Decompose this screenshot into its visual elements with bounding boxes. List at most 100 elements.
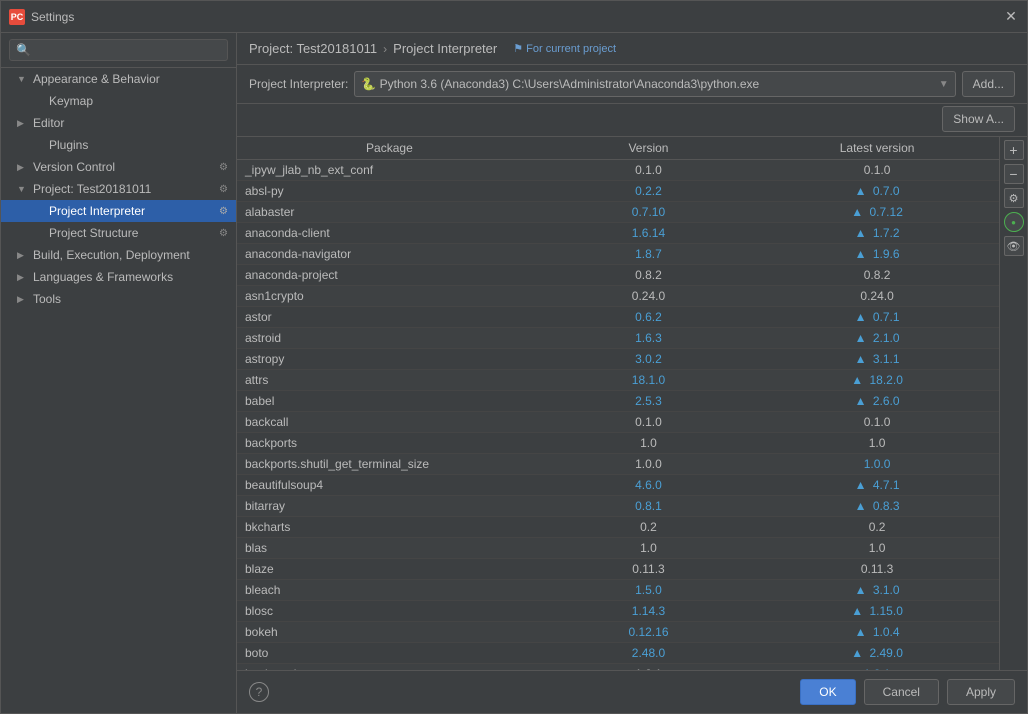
breadcrumb-tag: ⚑ For current project [513, 42, 616, 55]
table-row[interactable]: anaconda-project0.8.20.8.2 [237, 265, 999, 286]
interpreter-select[interactable]: 🐍 Python 3.6 (Anaconda3) C:\Users\Admini… [354, 71, 955, 97]
package-name: backcall [237, 412, 542, 433]
close-button[interactable]: ✕ [1003, 9, 1019, 25]
interpreter-value: 🐍 Python 3.6 (Anaconda3) C:\Users\Admini… [361, 77, 759, 91]
package-latest: 1.0 [755, 538, 999, 559]
package-name: _ipyw_jlab_nb_ext_conf [237, 160, 542, 181]
package-version: 1.6.3 [542, 328, 755, 349]
upgrade-arrow-icon: ▲ [855, 184, 870, 198]
sidebar-item-label: Editor [33, 116, 64, 130]
package-settings-button[interactable]: ⚙ [1004, 188, 1024, 208]
show-all-row: Show A... [237, 104, 1027, 137]
remove-package-button[interactable]: − [1004, 164, 1024, 184]
table-row[interactable]: asn1crypto0.24.00.24.0 [237, 286, 999, 307]
add-package-button[interactable]: + [1004, 140, 1024, 160]
package-version: 1.14.3 [542, 601, 755, 622]
upgrade-arrow-icon: ▲ [851, 646, 866, 660]
sidebar-item-project[interactable]: ▼ Project: Test20181011 ⚙ [1, 178, 236, 200]
package-version: 1.6.14 [542, 223, 755, 244]
cancel-button[interactable]: Cancel [864, 679, 939, 705]
table-row[interactable]: bitarray0.8.1▲ 0.8.3 [237, 496, 999, 517]
add-interpreter-button[interactable]: Add... [962, 71, 1015, 97]
package-latest: 0.1.0 [755, 160, 999, 181]
sidebar-item-appearance-behavior[interactable]: ▼ Appearance & Behavior [1, 68, 236, 90]
table-row[interactable]: backcall0.1.00.1.0 [237, 412, 999, 433]
table-row[interactable]: astor0.6.2▲ 0.7.1 [237, 307, 999, 328]
help-button[interactable]: ? [249, 682, 269, 702]
table-row[interactable]: bkcharts0.20.2 [237, 517, 999, 538]
package-version: 0.2 [542, 517, 755, 538]
table-row[interactable]: backports.shutil_get_terminal_size1.0.01… [237, 454, 999, 475]
search-input[interactable] [9, 39, 228, 61]
sidebar-item-project-structure[interactable]: Project Structure ⚙ [1, 222, 236, 244]
package-version: 0.1.0 [542, 412, 755, 433]
upgrade-package-button[interactable]: ● [1004, 212, 1024, 232]
sidebar-item-label: Project: Test20181011 [33, 182, 151, 196]
col-header-latest[interactable]: Latest version [755, 137, 999, 160]
table-row[interactable]: blaze0.11.30.11.3 [237, 559, 999, 580]
package-latest: ▲ 1.0.4 [755, 622, 999, 643]
table-row[interactable]: absl-py0.2.2▲ 0.7.0 [237, 181, 999, 202]
side-actions: + − ⚙ ● 👁 [999, 137, 1027, 670]
package-latest: ▲ 1.7.2 [755, 223, 999, 244]
table-row[interactable]: backports1.01.0 [237, 433, 999, 454]
ok-button[interactable]: OK [800, 679, 855, 705]
package-name: alabaster [237, 202, 542, 223]
packages-table: Package Version Latest version _ipyw_jla… [237, 137, 999, 670]
sidebar-item-keymap[interactable]: Keymap [1, 90, 236, 112]
package-latest: 1.0 [755, 433, 999, 454]
table-row[interactable]: boto2.48.0▲ 2.49.0 [237, 643, 999, 664]
package-latest: ▲ 3.1.0 [755, 580, 999, 601]
package-name: blas [237, 538, 542, 559]
app-icon: PC [9, 9, 25, 25]
apply-button[interactable]: Apply [947, 679, 1015, 705]
table-row[interactable]: bottleneck1.2.11.2.1 [237, 664, 999, 671]
table-row[interactable]: blosc1.14.3▲ 1.15.0 [237, 601, 999, 622]
upgrade-arrow-icon: ▲ [851, 205, 866, 219]
col-header-package[interactable]: Package [237, 137, 542, 160]
expand-arrow: ▶ [17, 250, 27, 261]
table-row[interactable]: bokeh0.12.16▲ 1.0.4 [237, 622, 999, 643]
package-version: 0.7.10 [542, 202, 755, 223]
toggle-view-button[interactable]: 👁 [1004, 236, 1024, 256]
sidebar-item-project-interpreter[interactable]: Project Interpreter ⚙ [1, 200, 236, 222]
sidebar-item-languages-frameworks[interactable]: ▶ Languages & Frameworks [1, 266, 236, 288]
table-row[interactable]: babel2.5.3▲ 2.6.0 [237, 391, 999, 412]
table-row[interactable]: beautifulsoup44.6.0▲ 4.7.1 [237, 475, 999, 496]
package-version: 0.1.0 [542, 160, 755, 181]
sidebar-item-build-execution[interactable]: ▶ Build, Execution, Deployment [1, 244, 236, 266]
package-version: 0.6.2 [542, 307, 755, 328]
package-latest: ▲ 2.1.0 [755, 328, 999, 349]
sidebar-item-version-control[interactable]: ▶ Version Control ⚙ [1, 156, 236, 178]
package-version: 3.0.2 [542, 349, 755, 370]
table-row[interactable]: bleach1.5.0▲ 3.1.0 [237, 580, 999, 601]
sidebar-item-editor[interactable]: ▶ Editor [1, 112, 236, 134]
sidebar-item-label: Keymap [49, 94, 93, 108]
breadcrumb: Project: Test20181011 › Project Interpre… [237, 33, 1027, 65]
table-row[interactable]: anaconda-client1.6.14▲ 1.7.2 [237, 223, 999, 244]
package-latest: 0.8.2 [755, 265, 999, 286]
table-row[interactable]: astropy3.0.2▲ 3.1.1 [237, 349, 999, 370]
packages-table-wrap[interactable]: Package Version Latest version _ipyw_jla… [237, 137, 999, 670]
upgrade-arrow-icon: ▲ [855, 583, 870, 597]
package-version: 1.0 [542, 538, 755, 559]
sidebar-item-tools[interactable]: ▶ Tools [1, 288, 236, 310]
sidebar-item-plugins[interactable]: Plugins [1, 134, 236, 156]
table-row[interactable]: blas1.01.0 [237, 538, 999, 559]
settings-window: PC Settings ✕ ▼ Appearance & Behavior Ke… [0, 0, 1028, 714]
table-row[interactable]: alabaster0.7.10▲ 0.7.12 [237, 202, 999, 223]
expand-arrow: ▼ [17, 74, 27, 84]
package-name: attrs [237, 370, 542, 391]
table-row[interactable]: astroid1.6.3▲ 2.1.0 [237, 328, 999, 349]
show-all-button[interactable]: Show A... [942, 106, 1015, 132]
table-row[interactable]: _ipyw_jlab_nb_ext_conf0.1.00.1.0 [237, 160, 999, 181]
package-version: 1.0.0 [542, 454, 755, 475]
table-row[interactable]: attrs18.1.0▲ 18.2.0 [237, 370, 999, 391]
col-header-version[interactable]: Version [542, 137, 755, 160]
expand-arrow: ▶ [17, 118, 27, 129]
package-name: blosc [237, 601, 542, 622]
table-row[interactable]: anaconda-navigator1.8.7▲ 1.9.6 [237, 244, 999, 265]
package-name: blaze [237, 559, 542, 580]
package-version: 0.24.0 [542, 286, 755, 307]
upgrade-arrow-icon: ▲ [851, 604, 866, 618]
